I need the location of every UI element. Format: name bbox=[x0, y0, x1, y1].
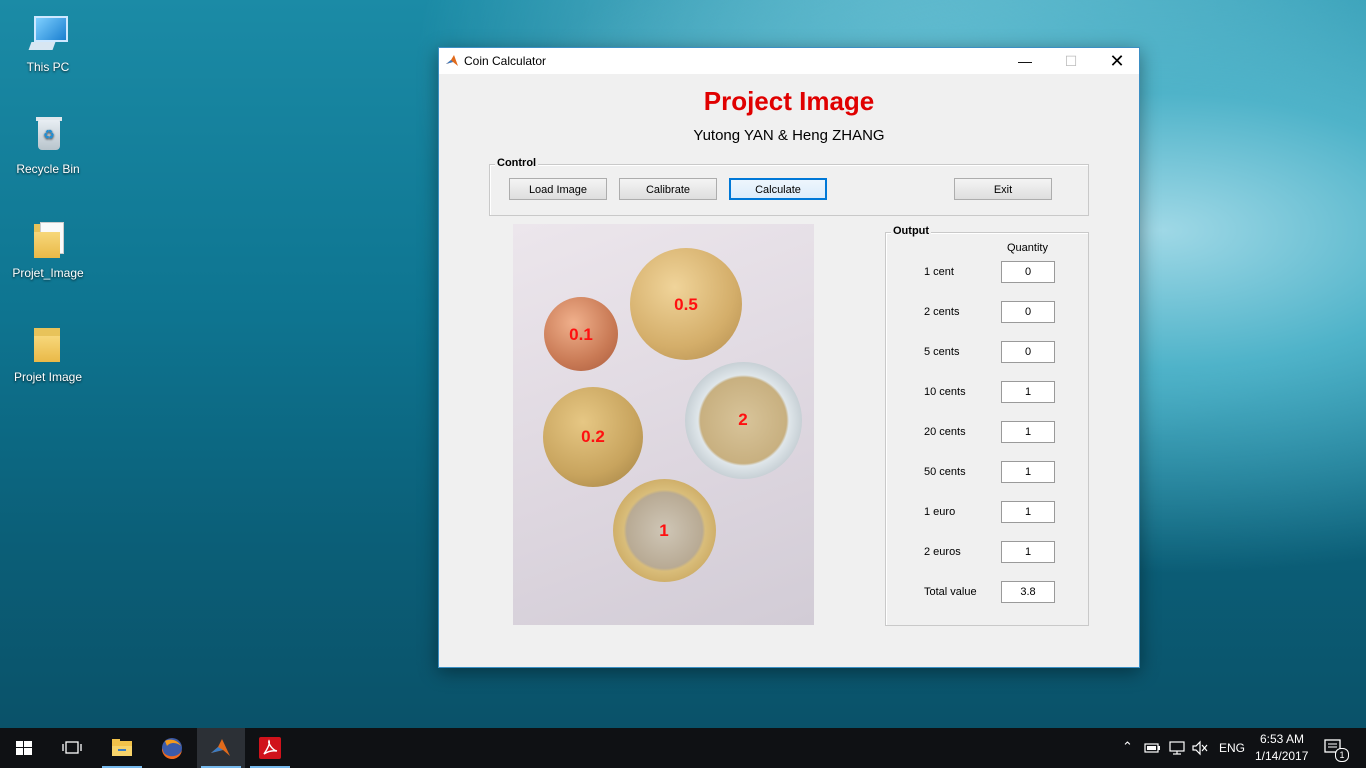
quantity-header: Quantity bbox=[1007, 242, 1048, 254]
matlab-icon bbox=[446, 55, 458, 66]
coin-value-label: 0.2 bbox=[581, 427, 605, 446]
load-image-button[interactable]: Load Image bbox=[509, 178, 607, 200]
taskbar: ⌃ ENG 6:53 AM 1/14/2017 1 bbox=[0, 728, 1366, 768]
clock-date[interactable]: 1/14/2017 bbox=[1255, 749, 1308, 763]
maximize-button[interactable]: ☐ bbox=[1048, 48, 1094, 74]
desktop-icon-label: Recycle Bin bbox=[16, 162, 80, 176]
output-label-2-euros: 2 euros bbox=[924, 546, 961, 558]
output-field-1-cent[interactable]: 0 bbox=[1001, 261, 1055, 283]
output-field-1-euro[interactable]: 1 bbox=[1001, 501, 1055, 523]
firefox-icon bbox=[161, 738, 182, 760]
output-label-total-value: Total value bbox=[924, 586, 977, 598]
desktop-icon-projet-image-1[interactable]: Projet_Image bbox=[8, 218, 88, 280]
file-explorer-icon bbox=[112, 739, 132, 756]
output-label-1-euro: 1 euro bbox=[924, 506, 956, 518]
desktop-icon-label: This PC bbox=[26, 60, 70, 74]
computer-icon bbox=[26, 12, 70, 56]
windows-icon bbox=[16, 741, 32, 755]
coin-image: 0.1 0.5 0.2 2 1 bbox=[513, 224, 814, 625]
close-button[interactable]: ✕ bbox=[1094, 48, 1140, 74]
folder-icon bbox=[26, 322, 70, 366]
volume-muted-icon[interactable] bbox=[1191, 740, 1209, 756]
clock-time[interactable]: 6:53 AM bbox=[1260, 732, 1304, 746]
network-icon[interactable] bbox=[1168, 740, 1186, 756]
output-label-10-cents: 10 cents bbox=[924, 386, 966, 398]
file-explorer-taskbar-button[interactable] bbox=[98, 728, 146, 768]
control-legend: Control bbox=[495, 157, 539, 169]
desktop-icon-label: Projet Image bbox=[13, 370, 83, 384]
battery-icon[interactable] bbox=[1144, 741, 1162, 755]
input-language[interactable]: ENG bbox=[1219, 741, 1245, 755]
start-button[interactable] bbox=[0, 728, 48, 768]
acrobat-icon bbox=[259, 737, 281, 759]
output-label-1-cent: 1 cent bbox=[924, 266, 954, 278]
notification-count-badge: 1 bbox=[1335, 748, 1349, 762]
exit-button[interactable]: Exit bbox=[954, 178, 1052, 200]
output-field-2-cents[interactable]: 0 bbox=[1001, 301, 1055, 323]
coin-value-label: 1 bbox=[659, 521, 669, 540]
window-title: Coin Calculator bbox=[464, 54, 547, 68]
output-panel: Output Quantity 1 cent 0 2 cents 0 5 cen… bbox=[885, 225, 1089, 626]
calculate-button[interactable]: Calculate bbox=[729, 178, 827, 200]
acrobat-taskbar-button[interactable] bbox=[246, 728, 294, 768]
task-view-icon bbox=[62, 741, 82, 754]
matlab-icon bbox=[211, 739, 230, 756]
recycle-bin-icon: ♻ bbox=[26, 114, 70, 158]
authors-subtitle: Yutong YAN & Heng ZHANG bbox=[693, 127, 885, 144]
minimize-button[interactable]: — bbox=[1002, 48, 1048, 74]
calibrate-button[interactable]: Calibrate bbox=[619, 178, 717, 200]
control-panel: Control Load Image Calibrate Calculate E… bbox=[489, 157, 1089, 216]
desktop-icon-this-pc[interactable]: This PC bbox=[8, 12, 88, 74]
output-field-5-cents[interactable]: 0 bbox=[1001, 341, 1055, 363]
desktop-icon-recycle-bin[interactable]: ♻ Recycle Bin bbox=[8, 114, 88, 176]
title-bar[interactable]: Coin Calculator — ☐ ✕ bbox=[439, 48, 1139, 74]
folder-icon bbox=[26, 218, 70, 262]
output-label-5-cents: 5 cents bbox=[924, 346, 960, 358]
coin-value-label: 0.5 bbox=[674, 295, 698, 314]
output-label-20-cents: 20 cents bbox=[924, 426, 966, 438]
output-field-2-euros[interactable]: 1 bbox=[1001, 541, 1055, 563]
page-title: Project Image bbox=[703, 86, 875, 116]
task-view-button[interactable] bbox=[48, 728, 96, 768]
output-field-total-value[interactable]: 3.8 bbox=[1001, 581, 1055, 603]
output-label-2-cents: 2 cents bbox=[924, 306, 960, 318]
coin-value-label: 2 bbox=[738, 410, 748, 429]
desktop-icon-label: Projet_Image bbox=[12, 266, 84, 280]
output-field-20-cents[interactable]: 1 bbox=[1001, 421, 1055, 443]
matlab-taskbar-button[interactable] bbox=[197, 728, 245, 768]
firefox-taskbar-button[interactable] bbox=[148, 728, 196, 768]
output-field-10-cents[interactable]: 1 bbox=[1001, 381, 1055, 403]
desktop-icon-projet-image-2[interactable]: Projet Image bbox=[8, 322, 88, 384]
coin-value-label: 0.1 bbox=[569, 325, 593, 344]
output-label-50-cents: 50 cents bbox=[924, 466, 966, 478]
output-legend: Output bbox=[891, 225, 932, 237]
show-hidden-icons-chevron[interactable]: ⌃ bbox=[1122, 739, 1133, 755]
output-field-50-cents[interactable]: 1 bbox=[1001, 461, 1055, 483]
coin-calculator-window: Coin Calculator — ☐ ✕ Project Image Yuto… bbox=[438, 47, 1140, 668]
